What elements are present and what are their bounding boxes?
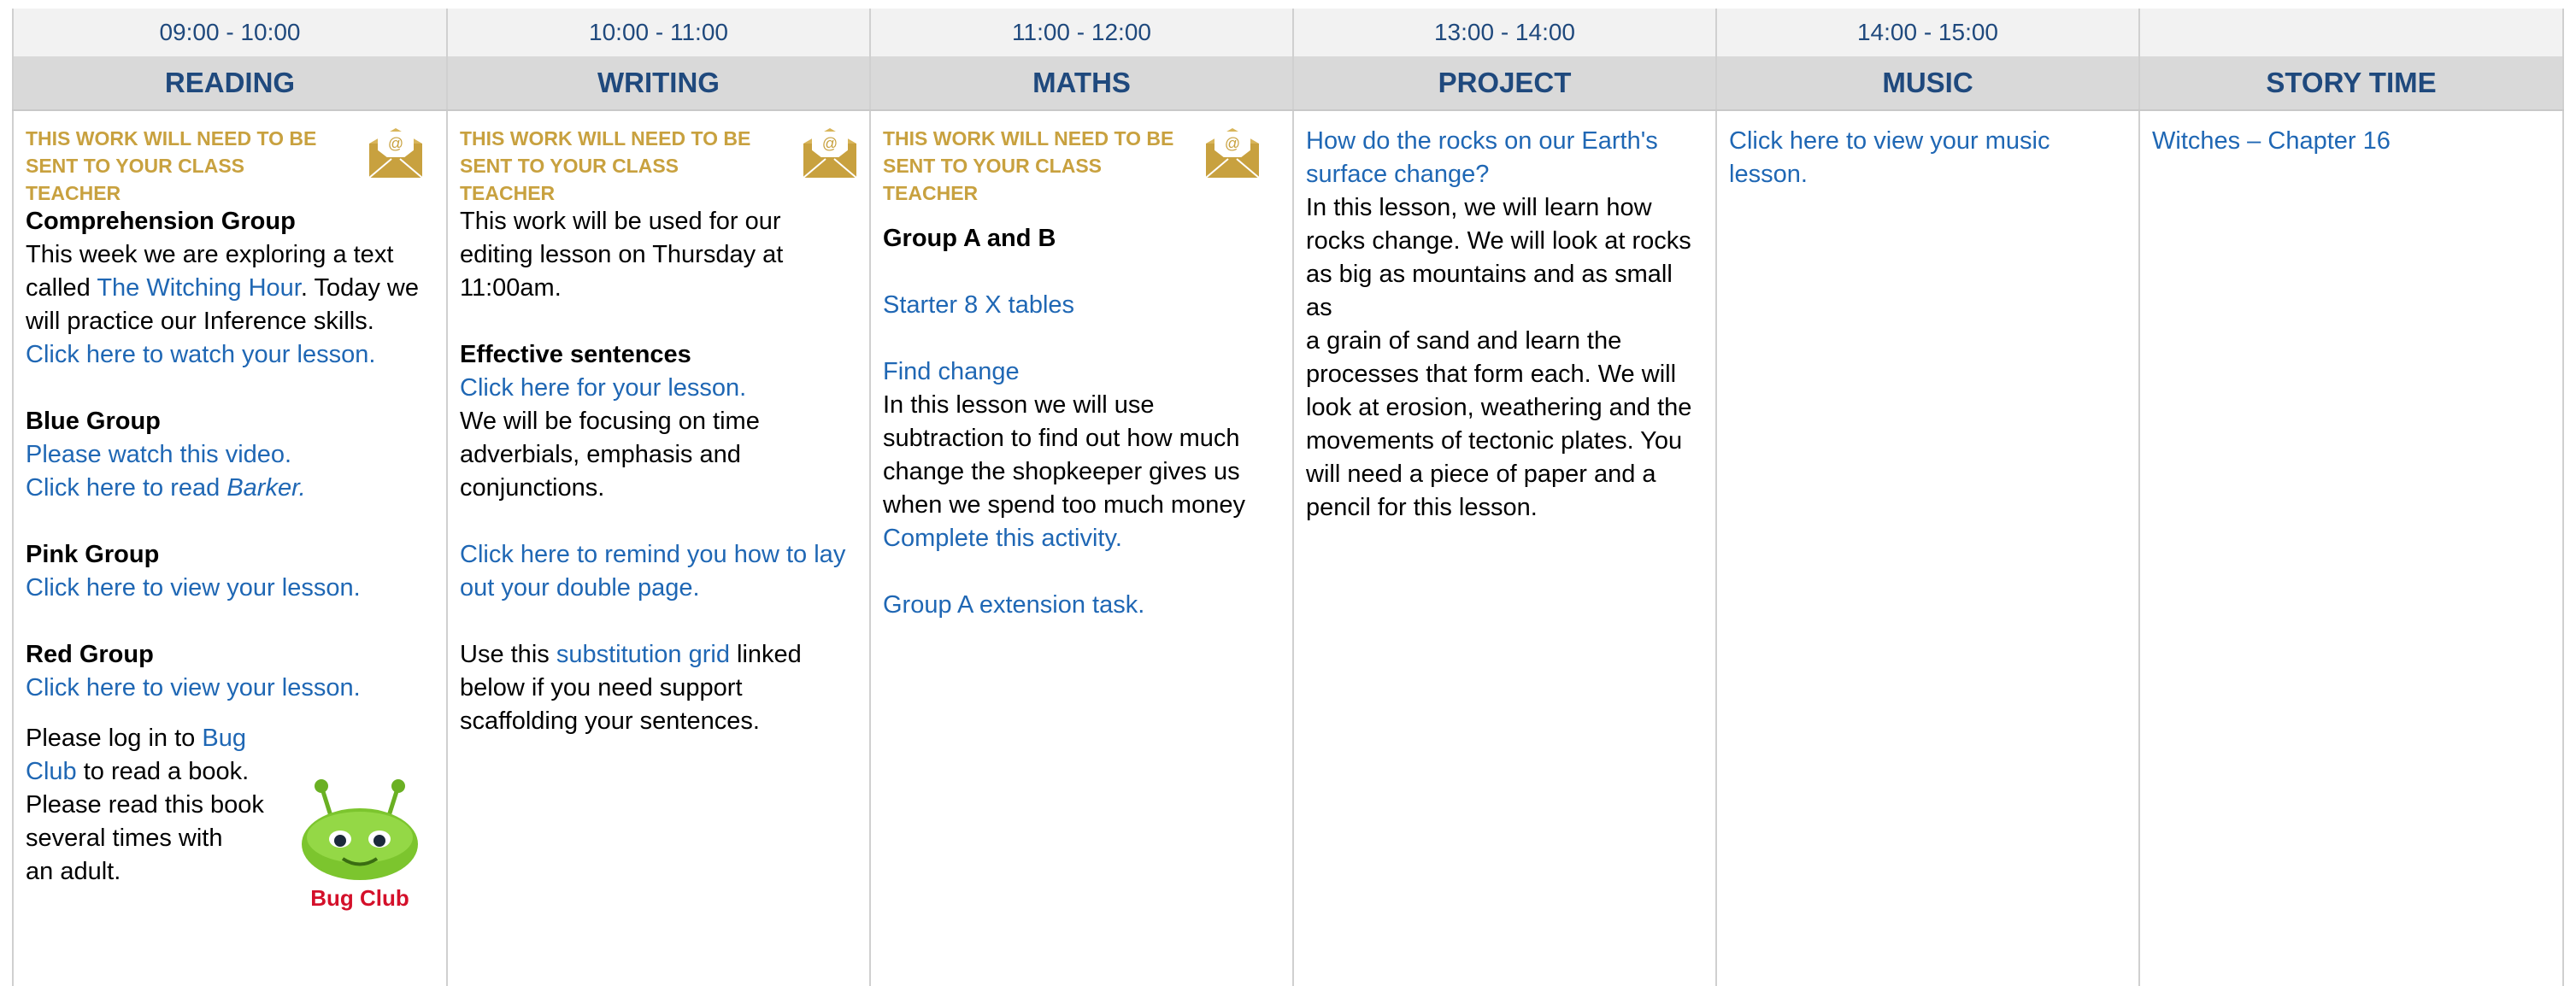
text-line: movements of tectonic plates. You	[1306, 427, 1683, 455]
notice-line: SENT TO YOUR CLASS TEACHER	[883, 155, 1103, 204]
pink-lesson-link[interactable]: Click here to view your lesson.	[26, 572, 434, 605]
writing-cell: THIS WORK WILL NEED TO BE SENT TO YOUR CL…	[448, 111, 871, 986]
time-slot: 13:00 - 14:00	[1433, 19, 1576, 45]
text-line: In this lesson we will use	[883, 391, 1155, 419]
text-line: when we spend too much money	[883, 491, 1245, 519]
text-line: will practice our Inference skills.	[26, 308, 374, 335]
music-lesson-link[interactable]: lesson.	[1729, 158, 2126, 191]
subject-writing: WRITING	[597, 67, 720, 98]
time-slot: 10:00 - 11:00	[589, 19, 728, 45]
submit-notice: THIS WORK WILL NEED TO BE SENT TO YOUR CL…	[460, 125, 857, 204]
red-lesson-link[interactable]: Click here to view your lesson.	[26, 672, 434, 705]
witching-hour-link[interactable]: The Witching Hour	[97, 274, 301, 302]
text-line: This week we are exploring a text	[26, 241, 394, 268]
text-line: rocks change. We will look at rocks	[1306, 227, 1691, 255]
time-slot	[2140, 9, 2562, 56]
text-line: change the shopkeeper gives us	[883, 458, 1240, 485]
layout-reminder-link[interactable]: Click here to remind you how to lay	[460, 538, 857, 572]
envelope-at-icon: @	[368, 128, 423, 179]
text-line: This work will be used for our	[460, 208, 781, 235]
watch-video-link[interactable]: Please watch this video.	[26, 438, 434, 472]
time-slot: 11:00 - 12:00	[1012, 19, 1151, 45]
activity-link[interactable]: Complete this activity.	[883, 522, 1280, 555]
text-line: editing lesson on Thursday at	[460, 241, 784, 268]
text-line: conjunctions.	[460, 474, 605, 502]
text-line: will need a piece of paper and a	[1306, 461, 1656, 488]
project-cell: How do the rocks on our Earth's surface …	[1294, 111, 1717, 986]
submit-notice: THIS WORK WILL NEED TO BE SENT TO YOUR CL…	[883, 125, 1280, 204]
text-line: adverbials, emphasis and	[460, 441, 741, 468]
rocks-lesson-link[interactable]: How do the rocks on our Earth's	[1306, 125, 1703, 158]
bug-club-logo: Bug Club	[302, 779, 418, 911]
extension-task-link[interactable]: Group A extension task.	[883, 589, 1280, 622]
envelope-at-icon: @	[803, 128, 857, 179]
subject-maths: MATHS	[1032, 67, 1131, 98]
notice-line: THIS WORK WILL NEED TO BE	[26, 127, 317, 150]
text-line: scaffolding your sentences.	[460, 707, 760, 735]
notice-line: SENT TO YOUR CLASS TEACHER	[460, 155, 679, 204]
text-line: In this lesson, we will learn how	[1306, 194, 1652, 221]
story-chapter-link[interactable]: Witches – Chapter 16	[2152, 125, 2550, 158]
timetable: 09:00 - 10:00 10:00 - 11:00 11:00 - 12:0…	[12, 9, 2564, 986]
layout-reminder-link[interactable]: out your double page.	[460, 572, 857, 605]
music-cell: Click here to view your music lesson.	[1717, 111, 2140, 986]
svg-text:@: @	[388, 135, 403, 152]
substitution-grid-link[interactable]: substitution grid	[556, 641, 730, 668]
text-line: We will be focusing on time	[460, 408, 760, 435]
group-title: Pink Group	[26, 541, 160, 568]
section-title: Effective sentences	[460, 341, 691, 368]
text-line: 11:00am.	[460, 274, 562, 302]
text-line: as big as mountains and as small as	[1306, 261, 1673, 321]
svg-text:@: @	[822, 135, 838, 152]
time-row: 09:00 - 10:00 10:00 - 11:00 11:00 - 12:0…	[12, 9, 2564, 56]
group-title: Group A and B	[883, 225, 1056, 252]
text-line: subtraction to find out how much	[883, 425, 1240, 452]
reading-cell: THIS WORK WILL NEED TO BE SENT TO YOUR CL…	[12, 111, 448, 986]
time-slot: 14:00 - 15:00	[1856, 19, 1999, 45]
music-lesson-link[interactable]: Click here to view your music	[1729, 125, 2126, 158]
text-line: look at erosion, weathering and the	[1306, 394, 1692, 421]
subject-music: MUSIC	[1882, 67, 1973, 98]
text-line: processes that form each. We will	[1306, 361, 1677, 388]
text-line: Please log in to Bug	[26, 725, 246, 752]
story-time-cell: Witches – Chapter 16	[2140, 111, 2564, 986]
subject-reading: READING	[164, 67, 296, 98]
envelope-at-icon: @	[1205, 128, 1260, 179]
notice-line: THIS WORK WILL NEED TO BE	[883, 127, 1174, 150]
subject-project: PROJECT	[1438, 67, 1572, 98]
text-line: called The Witching Hour. Today we	[26, 274, 419, 302]
text-line: below if you need support	[460, 674, 743, 701]
starter-link[interactable]: Starter 8 X tables	[883, 289, 1280, 322]
rocks-lesson-link[interactable]: surface change?	[1306, 158, 1703, 191]
find-change-link[interactable]: Find change	[883, 355, 1280, 389]
time-slot: 09:00 - 10:00	[159, 19, 301, 45]
notice-line: THIS WORK WILL NEED TO BE	[460, 127, 751, 150]
subject-row: READING WRITING MATHS PROJECT MUSIC STOR…	[12, 56, 2564, 111]
submit-notice: THIS WORK WILL NEED TO BE SENT TO YOUR CL…	[26, 125, 434, 204]
svg-text:Bug Club: Bug Club	[310, 885, 409, 911]
text-line: Use this substitution grid linked	[460, 641, 802, 668]
text-line: a grain of sand and learn the	[1306, 327, 1622, 355]
text-line: pencil for this lesson.	[1306, 494, 1538, 521]
bug-club-link[interactable]: Bug	[202, 725, 246, 752]
subject-story-time: STORY TIME	[2266, 67, 2437, 98]
group-title: Red Group	[26, 641, 154, 668]
bug-club-link[interactable]: Club	[26, 758, 77, 785]
notice-line: SENT TO YOUR CLASS TEACHER	[26, 155, 245, 204]
group-title: Blue Group	[26, 408, 161, 435]
lesson-row: THIS WORK WILL NEED TO BE SENT TO YOUR CL…	[12, 111, 2564, 986]
writing-lesson-link[interactable]: Click here for your lesson.	[460, 372, 857, 405]
svg-text:@: @	[1225, 135, 1240, 152]
maths-cell: THIS WORK WILL NEED TO BE SENT TO YOUR CL…	[871, 111, 1294, 986]
read-barker-link[interactable]: Click here to read Barker.	[26, 472, 434, 505]
watch-lesson-link[interactable]: Click here to watch your lesson.	[26, 338, 434, 372]
group-title: Comprehension Group	[26, 208, 296, 235]
